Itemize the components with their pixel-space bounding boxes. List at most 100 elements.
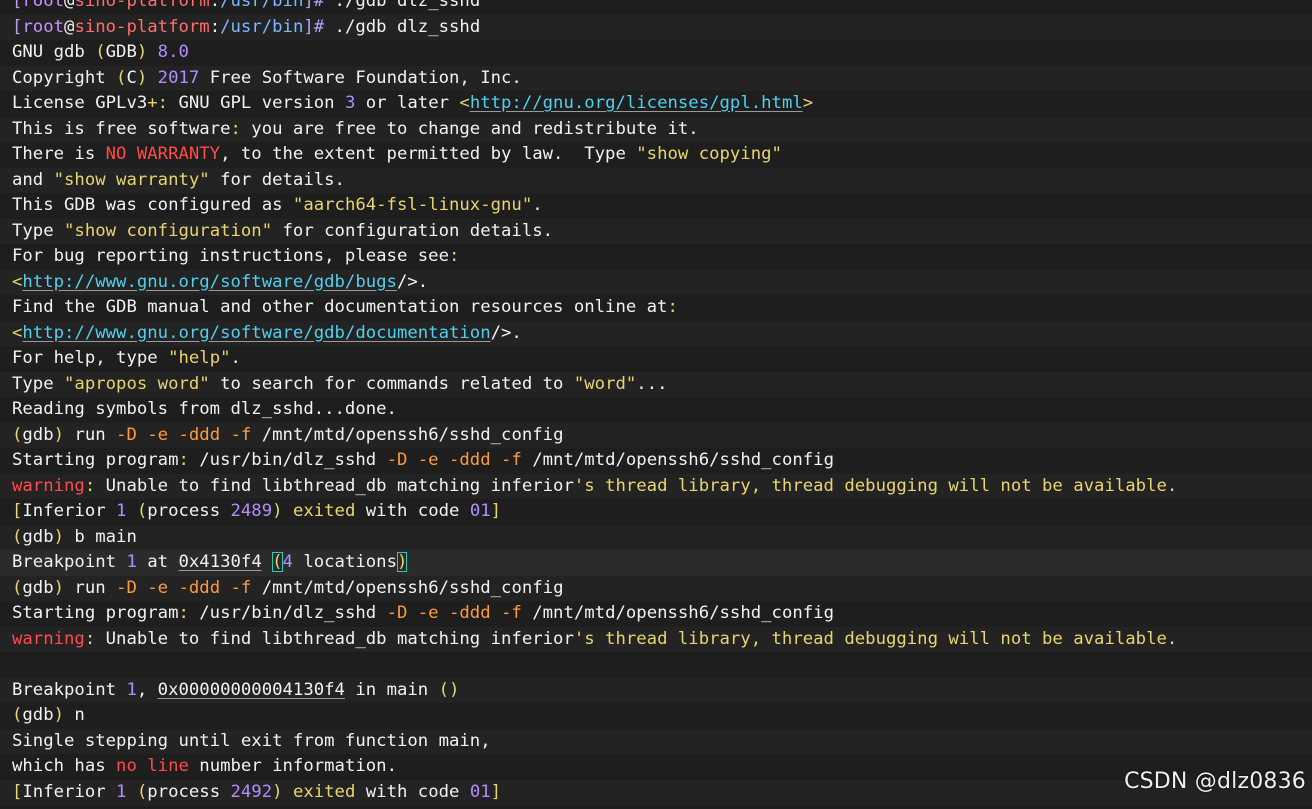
terminal-text: +: xyxy=(147,93,169,113)
terminal-text: "apropos word" xyxy=(64,373,210,394)
terminal-line: Reading symbols from dlz_sshd...done. xyxy=(0,397,1312,423)
terminal-text: ) xyxy=(136,67,148,88)
terminal-text: />. xyxy=(490,322,522,343)
terminal-text: /mnt/mtd/openssh6/sshd_config xyxy=(251,577,564,598)
terminal-text: />. xyxy=(396,271,429,292)
terminal-text: sino-platform xyxy=(74,16,210,37)
terminal-link[interactable]: http://www.gnu.org/software/gdb/document… xyxy=(22,323,490,343)
terminal-line: Type "show configuration" for configurat… xyxy=(0,218,1312,244)
terminal-text: you are free to change and redistribute … xyxy=(240,118,699,139)
terminal-text: GNU gdb xyxy=(12,42,96,62)
terminal-text: ) xyxy=(136,42,148,62)
terminal-text: for details. xyxy=(209,169,345,190)
terminal-text: process xyxy=(147,501,231,521)
terminal-text: Breakpoint xyxy=(12,679,127,700)
terminal-text: -f xyxy=(501,603,522,623)
terminal-text: [ xyxy=(12,16,23,37)
terminal-text: or later xyxy=(355,93,460,113)
terminal-text: ( xyxy=(12,577,23,598)
terminal-text: < xyxy=(12,322,23,343)
terminal-text: no xyxy=(116,756,137,776)
terminal-text: -ddd xyxy=(178,424,221,445)
terminal-text: GDB xyxy=(105,42,137,62)
terminal-line: and "show warranty" for details. xyxy=(0,167,1312,193)
terminal-text: -ddd xyxy=(449,450,491,470)
terminal-text: > xyxy=(802,93,814,113)
terminal-text: For bug reporting instructions, please s… xyxy=(12,246,449,266)
terminal-text: gdb xyxy=(22,705,54,725)
terminal-text: -ddd xyxy=(178,577,221,598)
terminal-text: 4 xyxy=(282,552,293,572)
terminal-text: Starting program xyxy=(12,450,179,470)
terminal-text: 1 xyxy=(126,552,137,572)
terminal-line: (gdb) b main xyxy=(0,524,1312,550)
terminal-text: Find the GDB manual and other documentat… xyxy=(12,297,668,317)
terminal-line: (gdb) run -D -e -ddd -f /mnt/mtd/openssh… xyxy=(0,575,1312,601)
terminal-text: [ xyxy=(12,0,23,11)
terminal-line: [root@sino-platform:/usr/bin]# ./gdb dlz… xyxy=(0,14,1312,40)
terminal-text: : xyxy=(84,475,96,496)
terminal-text: at xyxy=(136,552,179,572)
terminal-text: Type xyxy=(12,220,65,241)
terminal-text: 2017 xyxy=(157,67,200,88)
terminal-text: -e xyxy=(147,424,169,445)
terminal-text: ( xyxy=(12,424,23,445)
terminal-text: This is free software xyxy=(12,118,231,139)
terminal-text: ... xyxy=(636,373,668,394)
terminal-text: NO WARRANTY xyxy=(105,144,221,164)
terminal-text: ( xyxy=(95,42,106,62)
terminal-text: Starting program xyxy=(12,603,179,623)
terminal-text: ]# xyxy=(303,16,325,37)
terminal-line: Find the GDB manual and other documentat… xyxy=(0,295,1312,321)
terminal-line: [root@sino-platform:/usr/bin]# ./gdb dlz… xyxy=(0,0,1312,15)
terminal-text: warning xyxy=(12,628,85,649)
terminal-text: ] xyxy=(490,501,502,521)
terminal-link[interactable]: http://www.gnu.org/software/gdb/bugs xyxy=(22,272,397,292)
terminal-line: [Inferior 1 (process 2489) exited with c… xyxy=(0,499,1312,525)
terminal-text: warning xyxy=(12,475,85,496)
terminal-line: Starting program: /usr/bin/dlz_sshd -D -… xyxy=(0,448,1312,474)
terminal-line: <http://www.gnu.org/software/gdb/bugs/>. xyxy=(0,269,1312,295)
terminal-text: () xyxy=(438,679,460,700)
terminal-line: (gdb) run -D -e -ddd -f /mnt/mtd/openssh… xyxy=(0,422,1312,448)
terminal-text: "show warranty" xyxy=(53,169,210,190)
terminal-text: -e xyxy=(417,603,439,623)
terminal-text: -D xyxy=(116,577,137,598)
terminal-line: [Inferior 1 (process 2492) exited with c… xyxy=(0,779,1312,805)
terminal-link[interactable]: http://gnu.org/licenses/gpl.html xyxy=(470,93,803,113)
terminal-text: ) xyxy=(396,552,408,572)
terminal-line: This is free software: you are free to c… xyxy=(0,116,1312,142)
terminal-text: GNU GPL version xyxy=(168,93,345,113)
terminal-text: to search for commands related to xyxy=(209,373,574,394)
terminal-text: ./gdb dlz_sshd xyxy=(324,0,481,11)
terminal-text: exited xyxy=(292,501,356,521)
terminal-text: and xyxy=(12,169,54,190)
terminal-text: There is xyxy=(12,144,106,164)
terminal-text: ( xyxy=(116,67,127,88)
terminal-output[interactable]: [root@sino-platform:/usr/bin]# ./gdb dlz… xyxy=(0,0,1312,809)
terminal-text: : xyxy=(178,450,189,470)
terminal-text: 0x00000000004130f4 xyxy=(157,679,345,700)
terminal-text: root xyxy=(22,0,65,11)
terminal-text: -D xyxy=(116,424,137,445)
terminal-text: "show configuration" xyxy=(64,220,273,241)
terminal-text: Copyright xyxy=(12,67,117,88)
terminal-text: ) xyxy=(272,501,283,521)
terminal-text: This GDB was configured as xyxy=(12,195,293,215)
terminal-text: /mnt/mtd/openssh6/sshd_config xyxy=(251,424,564,445)
terminal-text: Unable to find libthread_db matching inf… xyxy=(95,475,574,496)
terminal-text: : xyxy=(84,628,96,649)
terminal-text: @ xyxy=(64,16,75,37)
terminal-text: 3 xyxy=(344,93,356,113)
terminal-text: < xyxy=(459,93,470,113)
terminal-text: line xyxy=(147,756,189,776)
